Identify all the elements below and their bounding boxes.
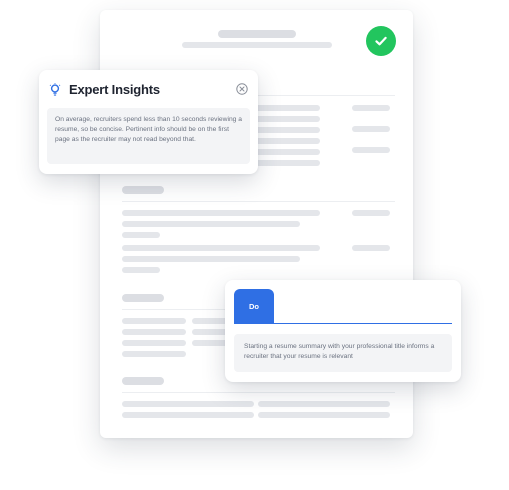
lightbulb-icon — [49, 82, 61, 97]
text-line-placeholder — [250, 149, 320, 155]
do-tip-body: Starting a resume summary with your prof… — [234, 334, 452, 372]
section-rule — [122, 392, 395, 393]
date-placeholder — [352, 126, 390, 132]
section-rule — [122, 201, 395, 202]
date-placeholder — [352, 210, 390, 216]
text-line-placeholder — [250, 105, 320, 111]
illustration-stage: Expert Insights On average, recruiters s… — [0, 0, 509, 490]
text-line-placeholder — [250, 160, 320, 166]
text-line-placeholder — [122, 232, 160, 238]
date-placeholder — [352, 245, 390, 251]
text-line-placeholder — [258, 401, 390, 407]
text-line-placeholder — [258, 412, 390, 418]
text-line-placeholder — [122, 340, 186, 346]
text-line-placeholder — [122, 318, 186, 324]
text-line-placeholder — [122, 351, 186, 357]
check-circle-icon — [366, 26, 396, 56]
text-line-placeholder — [192, 318, 228, 324]
section-heading-placeholder — [122, 186, 164, 194]
close-icon[interactable] — [236, 82, 248, 95]
date-placeholder — [352, 105, 390, 111]
tab-underline — [234, 323, 452, 324]
text-line-placeholder — [122, 245, 320, 251]
text-line-placeholder — [122, 329, 186, 335]
text-line-placeholder — [122, 267, 160, 273]
text-line-placeholder — [192, 329, 228, 335]
resume-name-placeholder — [218, 30, 296, 38]
text-line-placeholder — [250, 138, 320, 144]
section-heading-placeholder — [122, 294, 164, 302]
text-line-placeholder — [250, 116, 320, 122]
insights-body: On average, recruiters spend less than 1… — [47, 108, 250, 164]
text-line-placeholder — [122, 256, 300, 262]
do-tip-card: Do Starting a resume summary with your p… — [225, 280, 461, 382]
text-line-placeholder — [122, 412, 254, 418]
expert-insights-card: Expert Insights On average, recruiters s… — [39, 70, 258, 174]
insights-header: Expert Insights — [49, 82, 160, 97]
section-rule — [250, 95, 395, 96]
text-line-placeholder — [192, 340, 228, 346]
tab-do[interactable]: Do — [234, 289, 274, 323]
insights-title: Expert Insights — [69, 82, 160, 97]
section-heading-placeholder — [122, 377, 164, 385]
text-line-placeholder — [122, 401, 254, 407]
text-line-placeholder — [122, 210, 320, 216]
text-line-placeholder — [250, 127, 320, 133]
resume-subtitle-placeholder — [182, 42, 332, 48]
text-line-placeholder — [122, 221, 300, 227]
date-placeholder — [352, 147, 390, 153]
